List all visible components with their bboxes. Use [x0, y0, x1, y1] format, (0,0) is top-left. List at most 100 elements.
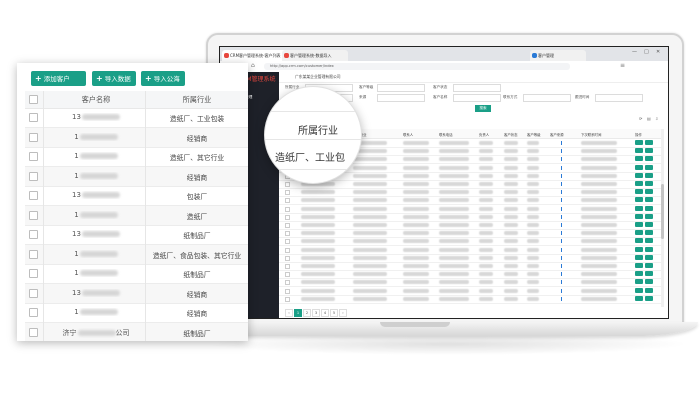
- source-link[interactable]: [561, 223, 562, 227]
- row-action-button[interactable]: [635, 148, 643, 154]
- row-checkbox[interactable]: [285, 182, 290, 187]
- row-action-button[interactable]: [635, 246, 643, 252]
- filter-input[interactable]: [453, 94, 501, 102]
- table-row[interactable]: 1 经销商: [25, 127, 248, 148]
- row-checkbox[interactable]: [29, 152, 38, 161]
- row-checkbox[interactable]: [29, 113, 38, 122]
- table-row[interactable]: 13 包装厂: [25, 186, 248, 206]
- page-number[interactable]: 5: [330, 309, 338, 317]
- table-row[interactable]: 1 经销商: [25, 303, 248, 323]
- page-number[interactable]: 4: [321, 309, 329, 317]
- row-checkbox[interactable]: [285, 288, 290, 294]
- row-checkbox[interactable]: [29, 288, 38, 298]
- row-action-button[interactable]: [635, 213, 643, 219]
- row-checkbox[interactable]: [285, 223, 290, 228]
- row-checkbox[interactable]: [285, 264, 290, 269]
- row-action-button[interactable]: [635, 164, 643, 170]
- row-action-button[interactable]: [635, 189, 643, 195]
- source-link[interactable]: [561, 247, 562, 252]
- print-icon[interactable]: ▤: [647, 116, 651, 121]
- row-checkbox[interactable]: [29, 308, 38, 317]
- table-row[interactable]: 济宁 公司 纸制品厂: [25, 322, 248, 341]
- row-action-button[interactable]: [645, 181, 653, 186]
- row-action-button[interactable]: [645, 287, 653, 293]
- import-pool-button[interactable]: + 导入公海: [141, 71, 185, 86]
- row-action-button[interactable]: [645, 246, 653, 252]
- home-icon[interactable]: ⌂: [251, 62, 255, 69]
- source-link[interactable]: [561, 255, 562, 260]
- table-row[interactable]: 13 造纸厂、工业包装: [25, 108, 248, 128]
- table-row[interactable]: 1 造纸厂、食品包装、其它行业: [25, 244, 248, 265]
- row-checkbox[interactable]: [29, 249, 38, 259]
- row-action-button[interactable]: [645, 230, 653, 236]
- table-row[interactable]: 1 造纸厂、其它行业: [25, 147, 248, 167]
- page-prev[interactable]: ‹: [285, 309, 293, 317]
- row-checkbox[interactable]: [285, 280, 290, 286]
- url-field[interactable]: http://app.crm.com/customer/index: [264, 63, 570, 70]
- row-checkbox[interactable]: [29, 132, 38, 142]
- browser-tab[interactable]: 客户管理系统-数据导入: [282, 50, 348, 61]
- row-action-button[interactable]: [635, 205, 643, 211]
- source-link[interactable]: [561, 272, 562, 277]
- row-action-button[interactable]: [645, 197, 653, 203]
- source-link[interactable]: [561, 173, 562, 178]
- row-action-button[interactable]: [645, 140, 653, 145]
- filter-select[interactable]: [377, 84, 425, 92]
- row-action-button[interactable]: [645, 164, 653, 170]
- menu-icon[interactable]: ≡: [620, 62, 625, 69]
- row-action-button[interactable]: [635, 254, 643, 260]
- browser-tab[interactable]: 客户管理: [530, 50, 586, 61]
- row-checkbox[interactable]: [29, 210, 38, 220]
- source-link[interactable]: [561, 264, 562, 268]
- row-action-button[interactable]: [635, 172, 643, 178]
- export-icon[interactable]: ⇩: [655, 116, 658, 121]
- search-button[interactable]: 搜索: [475, 105, 491, 112]
- row-action-button[interactable]: [645, 238, 653, 244]
- row-action-button[interactable]: [645, 156, 653, 162]
- source-link[interactable]: [561, 149, 562, 154]
- source-link[interactable]: [561, 157, 562, 162]
- row-action-button[interactable]: [635, 295, 643, 301]
- row-checkbox[interactable]: [285, 239, 290, 245]
- row-action-button[interactable]: [645, 205, 653, 211]
- page-next[interactable]: ›: [339, 309, 347, 317]
- source-link[interactable]: [561, 214, 562, 219]
- filter-select[interactable]: [377, 94, 425, 102]
- table-row[interactable]: 1 纸制品厂: [25, 264, 248, 284]
- source-link[interactable]: [561, 239, 562, 244]
- table-row[interactable]: 1 造纸厂: [25, 205, 248, 226]
- row-action-button[interactable]: [645, 189, 653, 195]
- source-link[interactable]: [561, 296, 562, 301]
- row-action-button[interactable]: [635, 222, 643, 227]
- maximize-icon[interactable]: □: [644, 49, 649, 55]
- row-action-button[interactable]: [645, 254, 653, 260]
- row-checkbox[interactable]: [285, 214, 290, 220]
- row-action-button[interactable]: [645, 271, 653, 277]
- row-action-button[interactable]: [635, 197, 643, 203]
- row-checkbox[interactable]: [29, 269, 38, 278]
- page-number[interactable]: 3: [312, 309, 320, 317]
- source-link[interactable]: [561, 198, 562, 203]
- row-action-button[interactable]: [645, 222, 653, 227]
- add-customer-button[interactable]: + 添加客户: [31, 71, 86, 86]
- page-number[interactable]: 2: [303, 309, 311, 317]
- row-action-button[interactable]: [645, 295, 653, 301]
- table-row[interactable]: 13 纸制品厂: [25, 225, 248, 245]
- select-all-checkbox[interactable]: [29, 95, 38, 104]
- source-link[interactable]: [561, 190, 562, 195]
- row-action-button[interactable]: [645, 172, 653, 178]
- source-link[interactable]: [561, 280, 562, 285]
- row-action-button[interactable]: [645, 263, 653, 268]
- table-row[interactable]: [279, 295, 661, 304]
- row-action-button[interactable]: [635, 230, 643, 236]
- filter-input[interactable]: [595, 94, 643, 102]
- row-action-button[interactable]: [635, 181, 643, 186]
- row-action-button[interactable]: [635, 271, 643, 277]
- source-link[interactable]: [561, 141, 562, 145]
- row-checkbox[interactable]: [29, 171, 38, 181]
- source-link[interactable]: [561, 288, 562, 293]
- row-checkbox[interactable]: [285, 296, 290, 302]
- source-link[interactable]: [561, 231, 562, 236]
- row-action-button[interactable]: [635, 263, 643, 268]
- row-action-button[interactable]: [635, 279, 643, 285]
